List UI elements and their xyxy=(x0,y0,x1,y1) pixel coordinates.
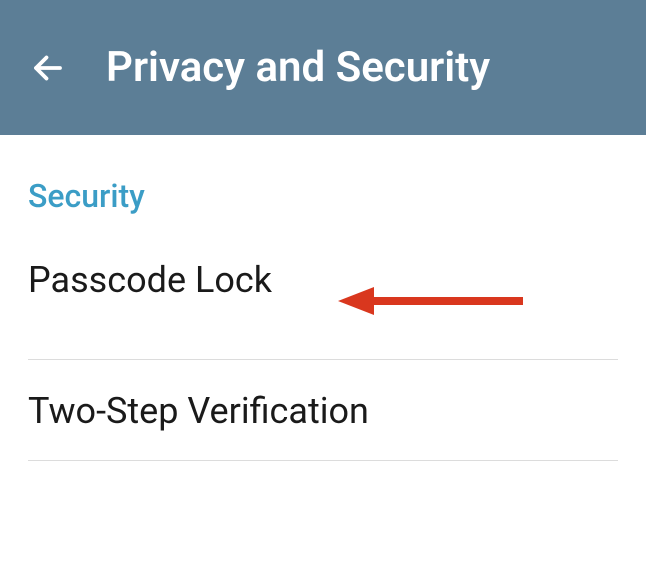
setting-item-label: Passcode Lock xyxy=(28,259,272,301)
setting-item-label: Two-Step Verification xyxy=(28,390,369,432)
setting-item-passcode-lock[interactable]: Passcode Lock xyxy=(28,259,618,359)
app-header: Privacy and Security xyxy=(0,0,646,135)
settings-content: Security Passcode Lock Two-Step Verifica… xyxy=(0,135,646,461)
divider xyxy=(28,460,618,461)
section-header-security: Security xyxy=(28,177,618,215)
annotation-arrow-icon xyxy=(338,281,528,321)
page-title: Privacy and Security xyxy=(106,43,490,92)
arrow-left-icon xyxy=(30,50,66,86)
back-button[interactable] xyxy=(30,50,66,86)
setting-item-two-step-verification[interactable]: Two-Step Verification xyxy=(28,360,618,460)
